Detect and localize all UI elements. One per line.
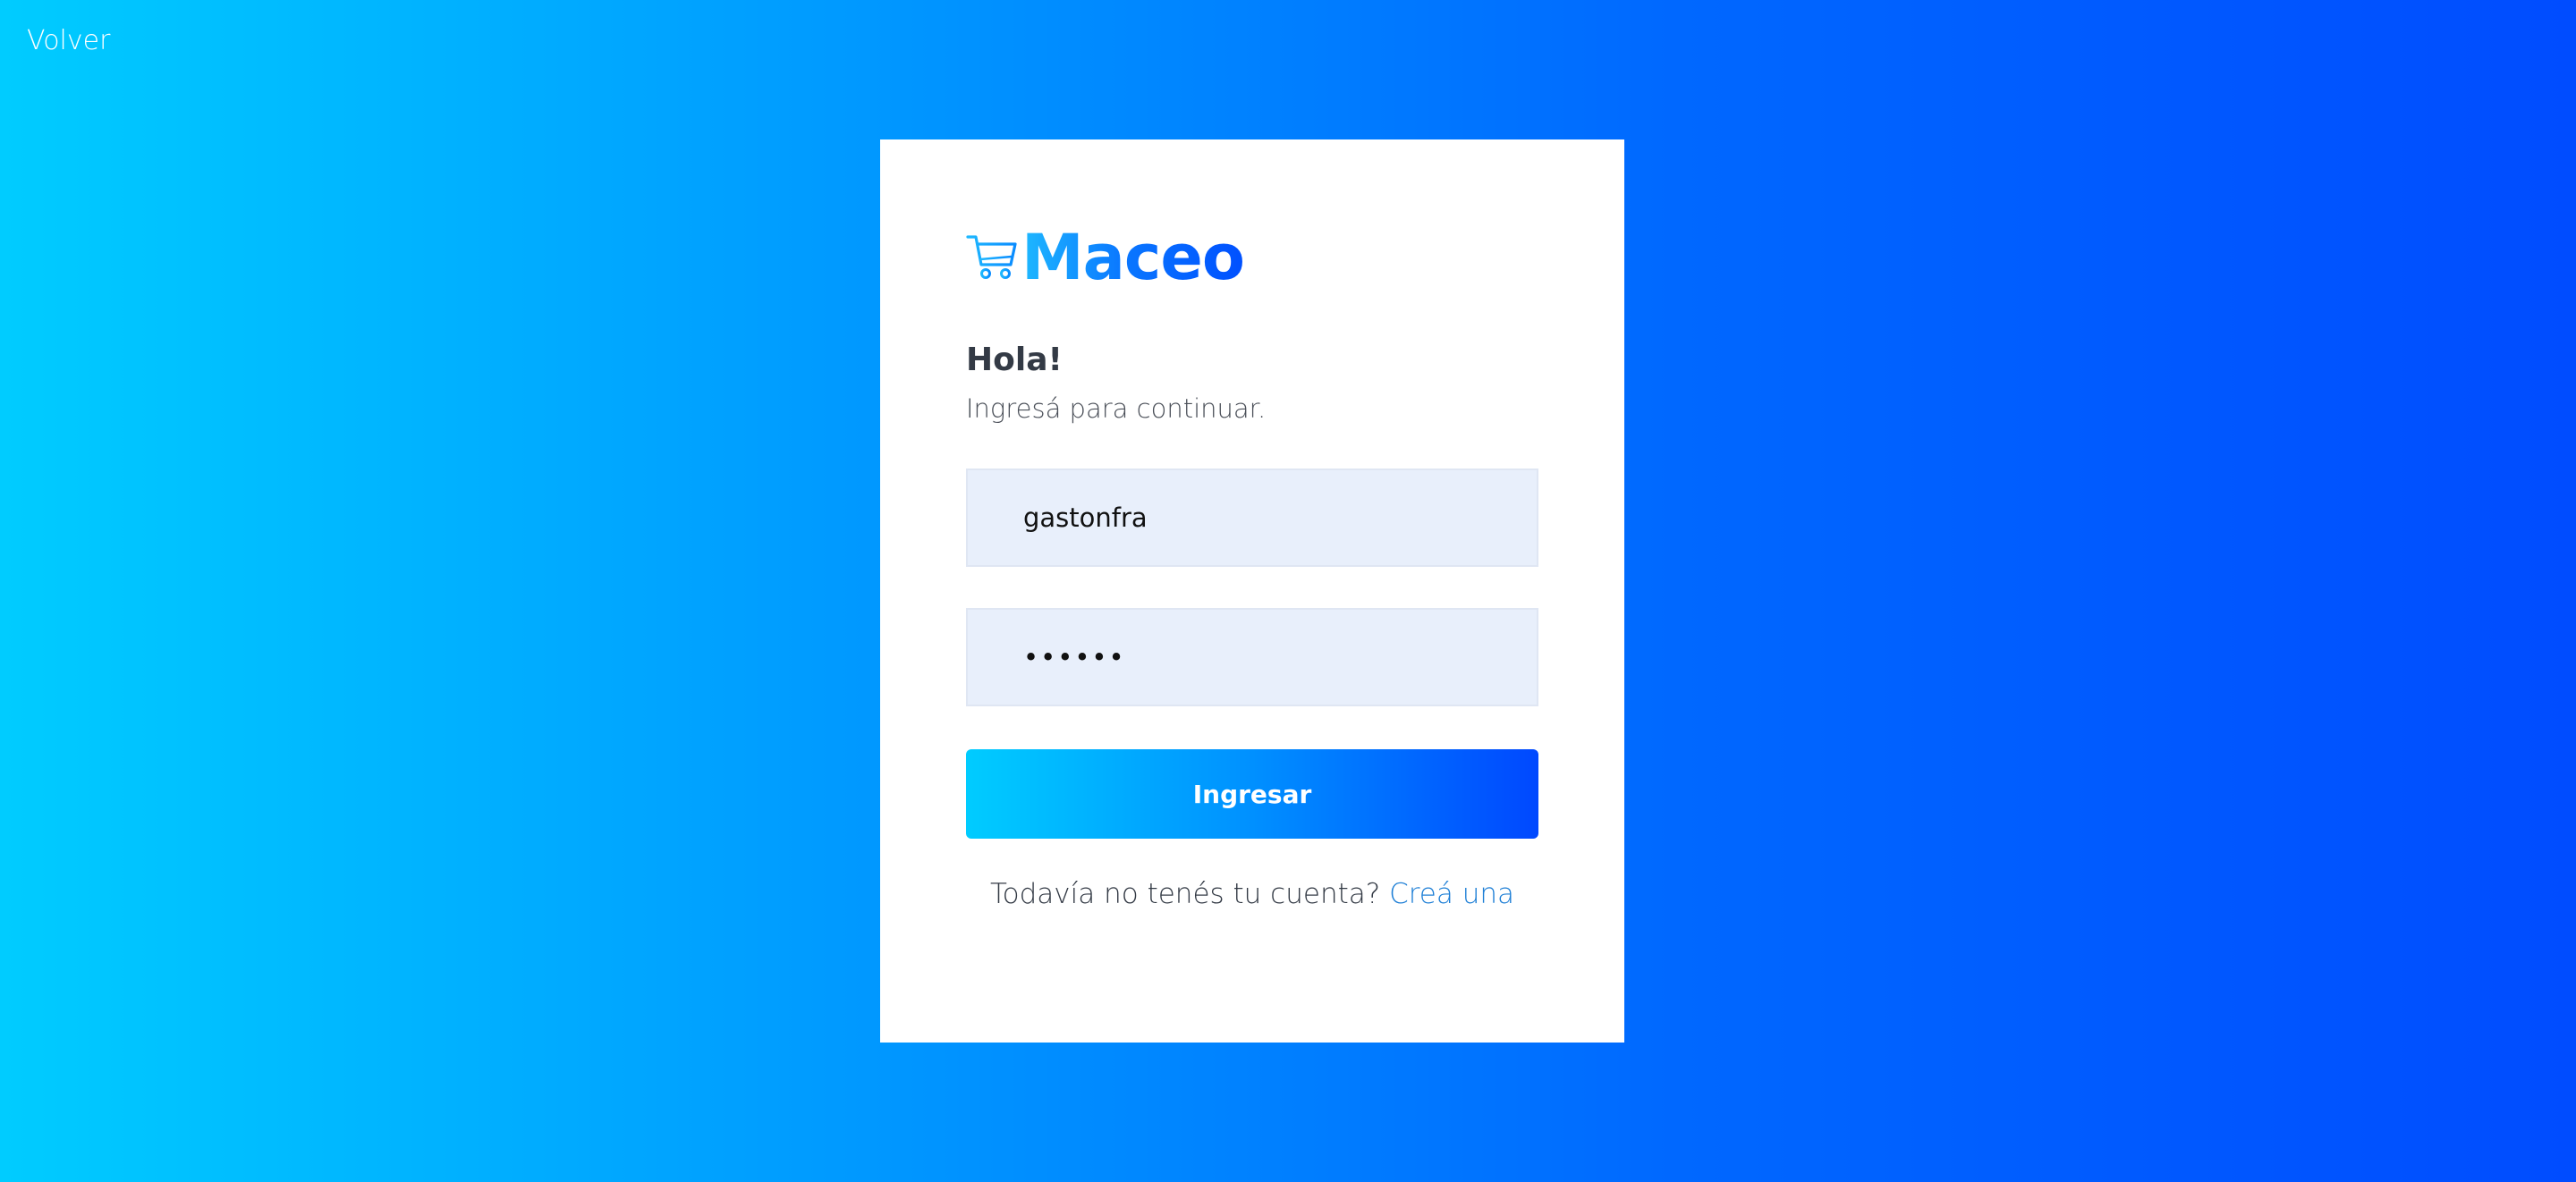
brand-logo: Maceo <box>966 221 1245 294</box>
signup-prompt: Todavía no tenés tu cuenta? Creá una <box>880 878 1624 910</box>
username-input[interactable] <box>966 469 1538 567</box>
login-card: Maceo Hola! Ingresá para continuar. Ingr… <box>880 139 1624 1043</box>
signup-link[interactable]: Creá una <box>1389 878 1514 910</box>
login-button[interactable]: Ingresar <box>966 749 1538 839</box>
greeting-heading: Hola! <box>966 342 1063 378</box>
brand-name: Maceo <box>1021 221 1245 294</box>
greeting-subtitle: Ingresá para continuar. <box>966 393 1267 424</box>
back-link[interactable]: Volver <box>27 25 110 56</box>
cart-icon <box>966 235 1017 279</box>
password-input[interactable] <box>966 608 1538 706</box>
signup-prompt-text: Todavía no tenés tu cuenta? <box>989 878 1381 910</box>
